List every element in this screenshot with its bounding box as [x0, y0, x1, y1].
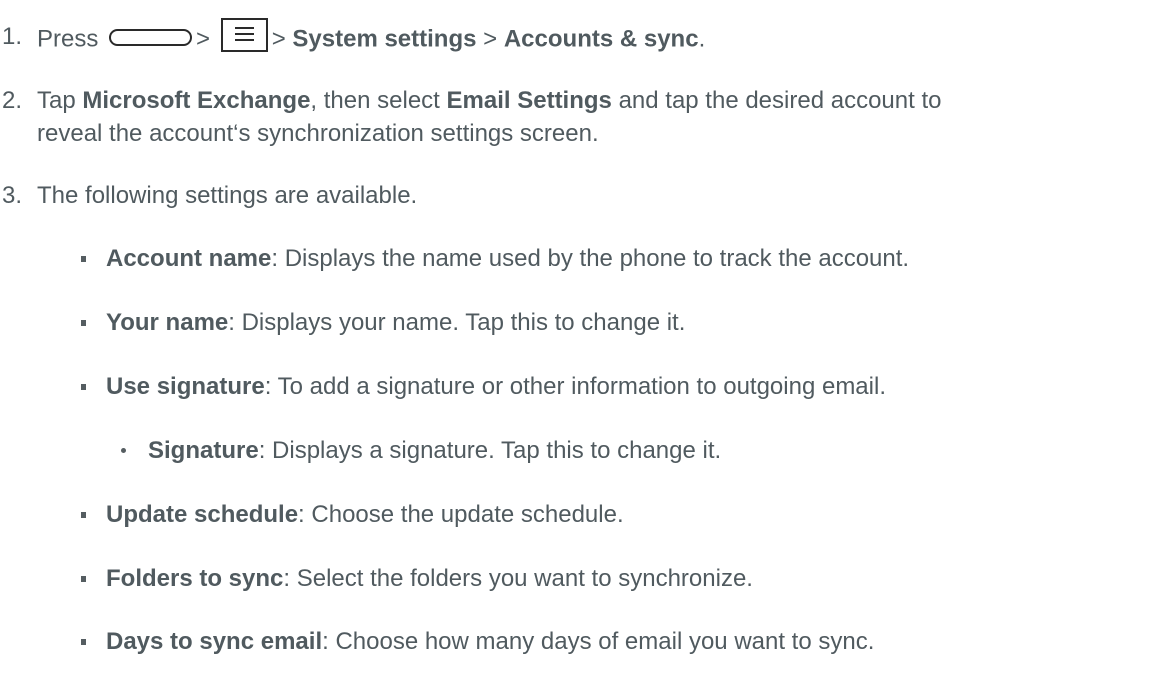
period: . [698, 25, 706, 53]
step-number: 2. [2, 87, 23, 114]
step-number: 1. [2, 23, 23, 50]
setting-description: : Select the folders you want to synchro… [283, 565, 753, 592]
system-settings-label: System settings [292, 25, 477, 53]
email-settings-label: Email Settings [446, 87, 612, 114]
square-bullet-icon [81, 320, 86, 326]
square-bullet-icon [81, 384, 86, 390]
square-bullet-icon [81, 639, 86, 645]
step-text: Press > > System settings > Accounts & s… [37, 18, 706, 57]
setting-term: Your name [106, 309, 229, 336]
separator: > [483, 25, 498, 53]
round-bullet-icon [121, 448, 126, 453]
separator: > [196, 25, 211, 53]
step-2-continuation: reveal the account‘s synchronization set… [37, 120, 599, 147]
setting-description: : To add a signature or other informatio… [264, 373, 886, 400]
setting-term: Signature [148, 437, 259, 464]
separator: > [271, 25, 286, 53]
step-text: Tap Microsoft Exchange, then select Emai… [37, 87, 941, 115]
setting-description: : Displays a signature. Tap this to chan… [258, 437, 722, 464]
setting-description: : Displays your name. Tap this to change… [228, 309, 686, 336]
setting-term: Update schedule [106, 501, 299, 528]
setting-description: : Displays the name used by the phone to… [271, 245, 910, 272]
step-number: 3. [2, 182, 23, 209]
square-bullet-icon [81, 512, 86, 518]
setting-term: Account name [106, 245, 272, 272]
microsoft-exchange-label: Microsoft Exchange [82, 87, 311, 114]
press-label: Press [37, 25, 99, 53]
accounts-sync-label: Accounts & sync [503, 25, 699, 53]
step-text: The following settings are available. [37, 182, 418, 209]
setting-term: Days to sync email [106, 628, 323, 655]
setting-description: : Choose the update schedule. [298, 501, 624, 528]
square-bullet-icon [81, 576, 86, 582]
step-2-rest: and tap the desired account to [618, 87, 942, 114]
home-key-icon [109, 28, 193, 46]
square-bullet-icon [81, 256, 86, 262]
setting-term: Folders to sync [106, 565, 284, 592]
tap-label: Tap [37, 87, 76, 114]
menu-key-icon [220, 18, 268, 52]
instruction-document: 1. Press > > System settings > Accounts … [0, 0, 1174, 675]
setting-description: : Choose how many days of email you want… [322, 628, 875, 655]
setting-term: Use signature [106, 373, 265, 400]
then-select-text: , then select [310, 87, 440, 114]
